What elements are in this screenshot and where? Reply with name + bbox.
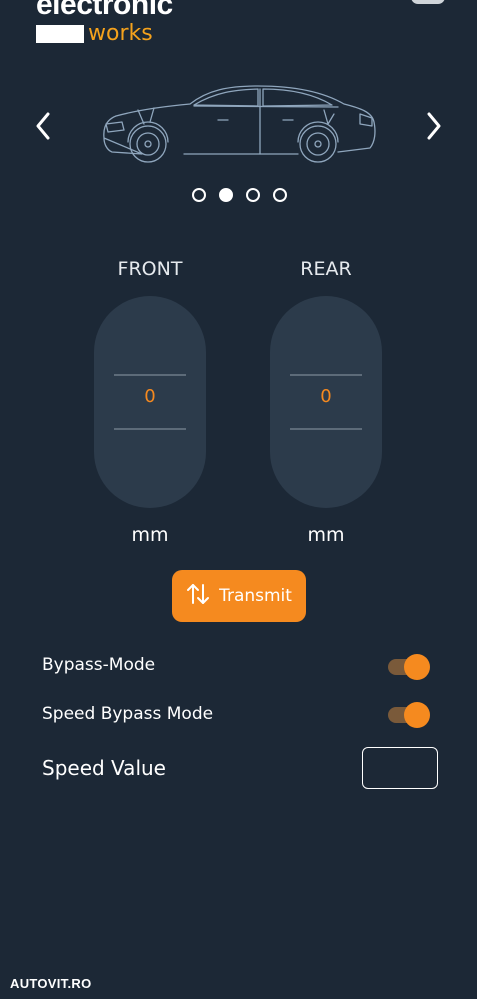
- front-height-picker[interactable]: 0: [94, 296, 206, 508]
- rear-height-picker[interactable]: 0: [270, 296, 382, 508]
- logo-text-bottom: works: [88, 21, 153, 46]
- carousel-dot[interactable]: [273, 188, 287, 202]
- front-height-value: 0: [144, 386, 156, 407]
- rear-unit-label: mm: [307, 524, 345, 546]
- watermark: AUTOVIT.RO: [10, 976, 92, 991]
- carousel-dot[interactable]: [246, 188, 260, 202]
- bypass-mode-label: Bypass-Mode: [42, 655, 156, 675]
- swap-vertical-icon: [186, 582, 210, 610]
- speed-bypass-mode-toggle[interactable]: [388, 702, 430, 728]
- toggle-thumb: [404, 702, 430, 728]
- rear-height-value: 0: [320, 386, 332, 407]
- app-logo: electronic works: [36, 0, 173, 46]
- chevron-right-icon[interactable]: [421, 108, 445, 144]
- rear-label: REAR: [300, 258, 352, 280]
- speed-value-label: Speed Value: [42, 756, 166, 780]
- front-unit-label: mm: [131, 524, 169, 546]
- logo-mark: [36, 25, 84, 43]
- chevron-left-icon[interactable]: [32, 108, 56, 144]
- bypass-mode-toggle[interactable]: [388, 654, 430, 680]
- carousel-dot-active[interactable]: [219, 188, 233, 202]
- toggle-thumb: [404, 654, 430, 680]
- picker-divider: [114, 374, 186, 376]
- speed-bypass-mode-label: Speed Bypass Mode: [42, 704, 214, 724]
- transmit-button[interactable]: Transmit: [172, 570, 306, 622]
- picker-divider: [290, 428, 362, 430]
- status-bar-toggle-icon: [411, 0, 445, 4]
- front-label: FRONT: [117, 258, 183, 280]
- logo-text-top: electronic: [36, 0, 173, 21]
- speed-value-input[interactable]: [362, 747, 438, 789]
- carousel-dot[interactable]: [192, 188, 206, 202]
- transmit-button-label: Transmit: [219, 586, 292, 606]
- car-icon: [98, 80, 380, 176]
- carousel-pagination: [192, 188, 287, 202]
- picker-divider: [290, 374, 362, 376]
- picker-divider: [114, 428, 186, 430]
